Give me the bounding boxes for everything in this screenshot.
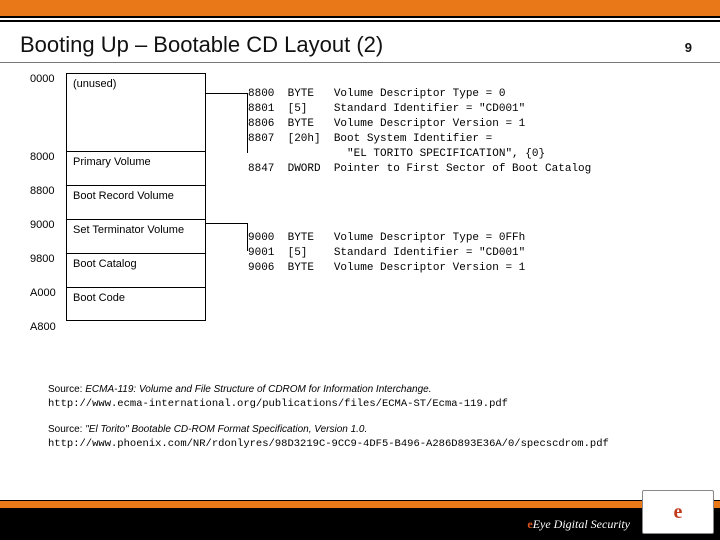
offset-A800: A800 <box>30 321 66 333</box>
box-primary-label: Primary Volume <box>73 156 151 168</box>
content-area: 0000 8000 8800 9000 9800 A000 A800 (unus… <box>0 63 720 73</box>
source-2-label: Source: <box>48 424 85 435</box>
offset-0000: 0000 <box>30 73 66 85</box>
source-2-title: "El Torito" Bootable CD-ROM Format Speci… <box>85 424 367 435</box>
detail-block-1: 8800 BYTE Volume Descriptor Type = 0 880… <box>248 87 591 177</box>
top-accent-bar <box>0 0 720 18</box>
box-terminator: Set Terminator Volume <box>66 219 206 253</box>
leader-line-2 <box>206 223 248 251</box>
header-row: Booting Up – Bootable CD Layout (2) 9 <box>0 22 720 62</box>
box-bootcode-label: Boot Code <box>73 292 125 304</box>
footer: eEye Digital Security e <box>0 500 720 540</box>
box-primary: Primary Volume <box>66 151 206 185</box>
box-unused-label: (unused) <box>73 78 116 90</box>
leader-line-1 <box>206 93 248 153</box>
page-number: 9 <box>685 40 700 55</box>
page-title: Booting Up – Bootable CD Layout (2) <box>20 32 685 58</box>
source-1-url: http://www.ecma-international.org/public… <box>48 398 508 410</box>
box-terminator-label: Set Terminator Volume <box>73 224 184 236</box>
box-catalog: Boot Catalog <box>66 253 206 287</box>
footer-bar: eEye Digital Security e <box>0 508 720 540</box>
source-2: Source: "El Torito" Bootable CD-ROM Form… <box>48 423 680 451</box>
sources-block: Source: ECMA-119: Volume and File Struct… <box>48 383 680 463</box>
layout-boxes: (unused) Primary Volume Boot Record Volu… <box>66 73 206 321</box>
offset-9000: 9000 <box>30 219 66 231</box>
box-bootrecord: Boot Record Volume <box>66 185 206 219</box>
footer-brand: eEye Digital Security <box>527 517 630 532</box>
box-bootcode: Boot Code <box>66 287 206 321</box>
logo-icon: e <box>674 501 683 524</box>
offset-A000: A000 <box>30 287 66 299</box>
offset-8800: 8800 <box>30 185 66 197</box>
detail-block-2: 9000 BYTE Volume Descriptor Type = 0FFh … <box>248 231 525 276</box>
offset-9800: 9800 <box>30 253 66 265</box>
source-1-title: ECMA-119: Volume and File Structure of C… <box>85 384 431 395</box>
source-1-label: Source: <box>48 384 85 395</box>
offset-8000: 8000 <box>30 151 66 163</box>
source-1: Source: ECMA-119: Volume and File Struct… <box>48 383 680 411</box>
box-unused: (unused) <box>66 73 206 151</box>
source-2-url: http://www.phoenix.com/NR/rdonlyres/98D3… <box>48 438 609 450</box>
box-bootrecord-label: Boot Record Volume <box>73 190 174 202</box>
footer-accent <box>0 500 720 508</box>
footer-brand-rest: Eye Digital Security <box>533 517 630 531</box>
box-catalog-label: Boot Catalog <box>73 258 137 270</box>
logo-box: e <box>642 490 714 534</box>
